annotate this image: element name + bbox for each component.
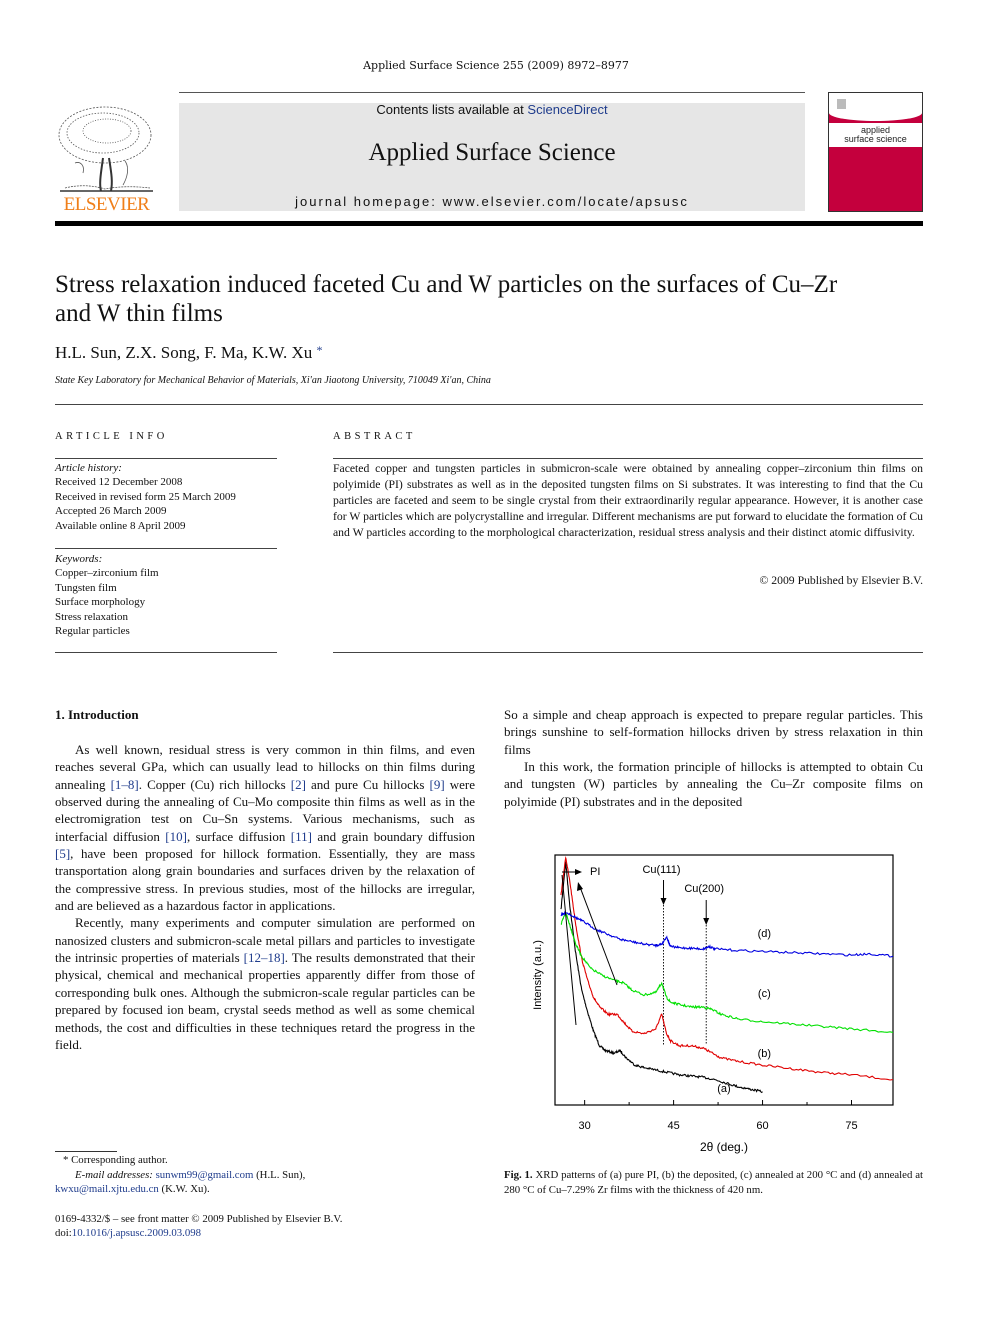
author-list: H.L. Sun, Z.X. Song, F. Ma, K.W. Xu * (55, 343, 323, 363)
affiliation: State Key Laboratory for Mechanical Beha… (55, 375, 491, 386)
intro-paragraph-4: In this work, the formation principle of… (504, 759, 923, 809)
intro-paragraph-1: As well known, residual stress is very c… (55, 741, 475, 914)
series-label: (b) (758, 1048, 771, 1060)
header-thick-rule (55, 221, 923, 226)
paragraph-text: . The results demonstrated that their ph… (55, 950, 475, 1052)
x-tick-label: 60 (756, 1120, 768, 1132)
corresponding-author-note: * Corresponding author. (63, 1154, 168, 1166)
title-divider (55, 404, 923, 405)
keyword-item: Regular particles (55, 625, 130, 638)
reference-link[interactable]: [5] (55, 846, 70, 861)
corresponding-author-mark[interactable]: * (317, 343, 323, 357)
abstract-bottom-rule (333, 652, 923, 653)
history-item: Available online 8 April 2009 (55, 519, 186, 532)
abstract-copyright: © 2009 Published by Elsevier B.V. (759, 574, 923, 587)
keywords-rule (55, 548, 277, 549)
contents-line: Contents lists available at ScienceDirec… (179, 102, 805, 117)
email-line: E-mail addresses: sunwm99@gmail.com (H.L… (55, 1168, 475, 1183)
email-owner-sun: (H.L. Sun), (253, 1168, 306, 1181)
article-title: Stress relaxation induced faceted Cu and… (55, 271, 838, 327)
reference-link[interactable]: [12–18] (244, 950, 285, 965)
peak-label: Cu(200) (684, 883, 724, 895)
reference-link[interactable]: [1–8] (111, 777, 139, 792)
paragraph-text: and grain boundary diffusion (311, 828, 475, 844)
x-tick-label: 75 (845, 1120, 857, 1132)
paragraph-text: , surface diffusion (186, 828, 291, 844)
article-info-heading: ARTICLE INFO (55, 431, 168, 442)
doi-link[interactable]: 10.1016/j.apsusc.2009.03.098 (72, 1227, 201, 1239)
pi-label: PI (590, 866, 600, 878)
pi-arrow-head-1 (575, 869, 582, 875)
pi-arrow-head-2 (577, 882, 583, 891)
keyword-item: Tungsten film (55, 581, 117, 594)
sciencedirect-link[interactable]: ScienceDirect (527, 102, 607, 117)
history-item: Received in revised form 25 March 2009 (55, 490, 236, 503)
doi-prefix: doi: (55, 1227, 72, 1239)
journal-citation: Applied Surface Science 255 (2009) 8972–… (363, 59, 629, 72)
keyword-item: Stress relaxation (55, 610, 129, 623)
series-line-d (560, 910, 894, 958)
series-label: (c) (758, 988, 771, 1000)
xrd-chart: 30 45 60 75 2θ (deg.) Intensity (a.u.) Cu(111)… (532, 854, 894, 1154)
series-line-a (560, 861, 763, 1094)
abstract-text: Faceted copper and tungsten particles in… (333, 462, 923, 540)
paragraph-text: . Copper (Cu) rich hillocks (138, 776, 291, 792)
authors-text: H.L. Sun, Z.X. Song, F. Ma, K.W. Xu (55, 343, 313, 362)
journal-name: Applied Surface Science (368, 139, 616, 166)
email-link-xu[interactable]: kwxu@mail.xjtu.edu.cn (55, 1183, 159, 1195)
cover-title-line2: surface science (844, 134, 907, 144)
history-item: Accepted 26 March 2009 (55, 505, 167, 518)
reference-link[interactable]: [9] (429, 777, 444, 792)
peak-arrow-head (703, 918, 710, 925)
paragraph-text: and pure Cu hillocks (305, 776, 430, 792)
intro-paragraph-2: Recently, many experiments and computer … (55, 914, 475, 1053)
doi-line: doi:10.1016/j.apsusc.2009.03.098 (55, 1226, 475, 1241)
x-tick-label: 45 (667, 1120, 679, 1132)
abstract-rule (333, 458, 923, 459)
keyword-item: Copper–zirconium film (55, 567, 159, 580)
journal-homepage[interactable]: journal homepage: www.elsevier.com/locat… (179, 194, 805, 209)
article-info-rule (55, 458, 277, 459)
article-history: Article history: Received 12 December 20… (55, 461, 277, 533)
abstract-heading: ABSTRACT (333, 431, 416, 442)
reference-link[interactable]: [10] (165, 829, 187, 844)
peak-label: Cu(111) (642, 864, 680, 876)
y-axis-label: Intensity (a.u.) (532, 940, 544, 1010)
paragraph-text: , have been proposed for hillock formati… (55, 846, 475, 914)
figure-caption: Fig. 1. XRD patterns of (a) pure PI, (b)… (504, 1168, 923, 1197)
reference-link[interactable]: [11] (291, 829, 312, 844)
email-line-2: kwxu@mail.xjtu.edu.cn (K.W. Xu). (55, 1182, 475, 1197)
figure-label: Fig. 1. (504, 1169, 533, 1181)
x-tick-label: 30 (579, 1120, 591, 1132)
intro-paragraph-3: So a simple and cheap approach is expect… (504, 707, 923, 757)
footnote-rule (55, 1151, 117, 1152)
issn-line: 0169-4332/$ – see front matter © 2009 Pu… (55, 1212, 343, 1225)
keyword-item: Surface morphology (55, 596, 146, 609)
history-item: Received 12 December 2008 (55, 476, 183, 489)
keywords-list: Keywords: Copper–zirconium film Tungsten… (55, 552, 277, 638)
figure-caption-text: XRD patterns of (a) pure PI, (b) the dep… (504, 1169, 923, 1196)
email-label: E-mail addresses: (75, 1168, 156, 1181)
email-owner-xu: (K.W. Xu). (158, 1183, 210, 1195)
intro-left-column: As well known, residual stress is very c… (55, 741, 475, 1053)
article-info-bottom-rule (55, 652, 277, 653)
contents-prefix: Contents lists available at (376, 102, 528, 117)
history-label: Article history: (55, 462, 122, 474)
peak-arrow-head (660, 898, 667, 905)
section-heading-introduction: 1. Introduction (55, 707, 139, 722)
reference-link[interactable]: [2] (291, 777, 306, 792)
cover-emblem-icon (837, 99, 846, 109)
footnote: * Corresponding author. E-mail addresses… (55, 1153, 475, 1241)
email-link-sun[interactable]: sunwm99@gmail.com (156, 1169, 254, 1181)
intro-right-column: So a simple and cheap approach is expect… (504, 706, 923, 810)
series-label: (d) (758, 928, 771, 940)
x-axis-label: 2θ (deg.) (700, 1140, 748, 1154)
keywords-label: Keywords: (55, 553, 103, 565)
journal-cover-thumbnail: applied surface science (828, 92, 923, 212)
series-label: (a) (717, 1083, 730, 1095)
publisher-logo-text: ELSEVIER (63, 194, 150, 215)
header-rule (179, 92, 805, 93)
